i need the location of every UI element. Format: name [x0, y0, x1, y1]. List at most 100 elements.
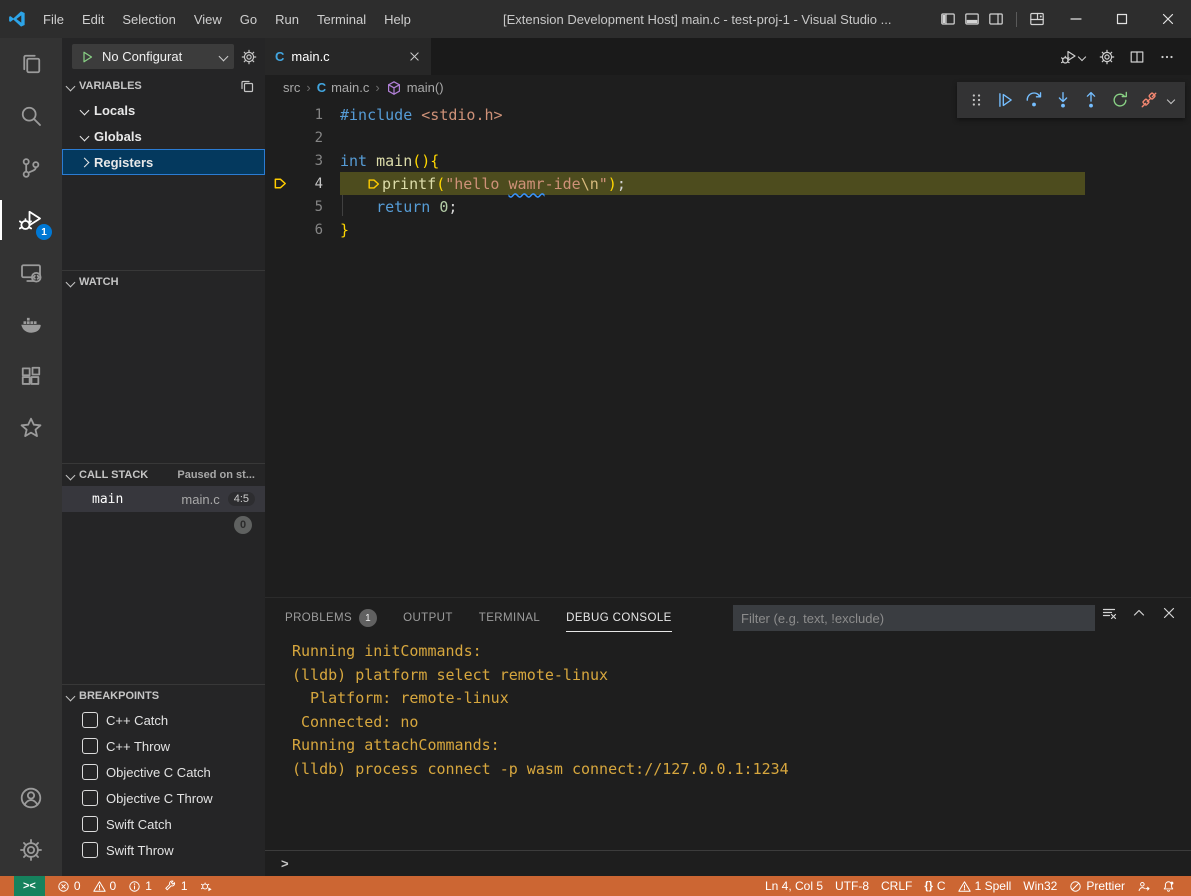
status-cursor-position[interactable]: Ln 4, Col 5 [759, 876, 829, 896]
status-tools-count[interactable]: 1 [158, 876, 194, 896]
restart-button[interactable] [1111, 91, 1129, 109]
activity-settings[interactable] [0, 824, 62, 876]
breakpoints-header[interactable]: BREAKPOINTS [62, 685, 265, 707]
gripper-button[interactable] [968, 91, 986, 109]
status-encoding[interactable]: UTF-8 [829, 876, 875, 896]
code-token: #include [340, 106, 412, 124]
gear-icon[interactable] [241, 49, 257, 65]
step-into-button[interactable] [1054, 91, 1072, 109]
code-token: " [599, 175, 608, 193]
status-prettier[interactable]: Prettier [1063, 876, 1131, 896]
layout-controls [940, 0, 1045, 38]
watch-title: WATCH [79, 276, 119, 288]
menu-help[interactable]: Help [375, 12, 420, 27]
activity-favorites[interactable] [0, 402, 62, 454]
watch-header[interactable]: WATCH [62, 271, 265, 293]
close-icon [1160, 11, 1176, 27]
more-actions-button[interactable] [1159, 49, 1175, 65]
inline-execution-pointer-icon [367, 177, 381, 191]
panel-tab-debug-console[interactable]: DEBUG CONSOLE [566, 605, 672, 632]
close-button[interactable] [1145, 0, 1191, 38]
close-icon[interactable] [408, 50, 421, 63]
debug-console-output: Running initCommands:(lldb) platform sel… [265, 640, 1191, 850]
activity-docker[interactable] [0, 298, 62, 350]
maximize-button[interactable] [1099, 0, 1145, 38]
status-infos[interactable]: 1 [122, 876, 158, 896]
console-filter-input[interactable] [733, 605, 1095, 631]
menu-go[interactable]: Go [231, 12, 266, 27]
status-errors[interactable]: 0 [51, 876, 87, 896]
braces-icon: {} [924, 880, 933, 892]
checkbox-icon[interactable] [82, 712, 98, 728]
menu-file[interactable]: File [34, 12, 73, 27]
status-eol[interactable]: CRLF [875, 876, 918, 896]
code-editor[interactable]: 1 #include <stdio.h> 2 3 int main(){ 4 p… [265, 100, 1191, 601]
checkbox-icon[interactable] [82, 790, 98, 806]
status-notifications[interactable] [1156, 876, 1181, 896]
panel-tab-problems[interactable]: PROBLEMS 1 [285, 605, 377, 631]
debug-config-dropdown[interactable]: No Configurat [72, 44, 234, 69]
breadcrumb-item[interactable]: Cmain.c [317, 80, 370, 95]
activity-search[interactable] [0, 90, 62, 142]
status-platform[interactable]: Win32 [1017, 876, 1063, 896]
close-panel-icon[interactable] [1161, 605, 1177, 621]
activity-run-and-debug[interactable]: 1 [0, 194, 62, 246]
panel-tab-terminal[interactable]: TERMINAL [479, 605, 540, 631]
frame-position-badge: 4:5 [228, 492, 255, 506]
step-out-button[interactable] [1082, 91, 1100, 109]
menu-run[interactable]: Run [266, 12, 308, 27]
maximize-panel-icon[interactable] [1131, 605, 1147, 621]
breakpoint-row[interactable]: Objective C Throw [62, 785, 265, 811]
remote-label: >< [23, 880, 36, 892]
split-editor-button[interactable] [1129, 49, 1145, 65]
menu-edit[interactable]: Edit [73, 12, 113, 27]
scope-registers[interactable]: Registers [62, 149, 265, 175]
start-debug-icon[interactable] [79, 49, 95, 65]
ban-icon [1069, 880, 1082, 893]
line-number: 1 [295, 107, 323, 123]
status-spell-warnings[interactable]: 1 Spell [952, 876, 1018, 896]
variables-header[interactable]: VARIABLES [62, 75, 265, 97]
breakpoint-row[interactable]: C++ Throw [62, 733, 265, 759]
collapse-all-icon[interactable] [239, 78, 255, 94]
activity-accounts[interactable] [0, 772, 62, 824]
minimize-icon [1068, 11, 1084, 27]
run-or-debug-button[interactable] [1061, 49, 1085, 65]
clear-console-icon[interactable] [1101, 605, 1117, 621]
step-over-button[interactable] [1025, 91, 1043, 109]
status-debug-status[interactable] [194, 876, 219, 896]
activity-source-control[interactable] [0, 142, 62, 194]
debug-console-input[interactable]: > [265, 850, 1191, 876]
minimize-button[interactable] [1053, 0, 1099, 38]
stack-frame-row[interactable]: main main.c 4:5 [62, 486, 265, 512]
scope-locals[interactable]: Locals [62, 97, 265, 123]
menu-terminal[interactable]: Terminal [308, 12, 375, 27]
checkbox-icon[interactable] [82, 816, 98, 832]
breadcrumb-item[interactable]: main() [386, 80, 444, 96]
checkbox-icon[interactable] [82, 842, 98, 858]
activity-explorer[interactable] [0, 38, 62, 90]
checkbox-icon[interactable] [82, 738, 98, 754]
chevron-down-icon[interactable] [1167, 96, 1175, 104]
breakpoint-row[interactable]: C++ Catch [62, 707, 265, 733]
tab-main-c[interactable]: C main.c [265, 38, 431, 75]
continue-button[interactable] [996, 91, 1014, 109]
activity-extensions[interactable] [0, 350, 62, 402]
status-language-mode[interactable]: {}C [918, 876, 951, 896]
menu-view[interactable]: View [185, 12, 231, 27]
disconnect-button[interactable] [1140, 91, 1158, 109]
activity-remote-explorer[interactable] [0, 246, 62, 298]
breakpoint-row[interactable]: Swift Throw [62, 837, 265, 863]
settings-editor-button[interactable] [1099, 49, 1115, 65]
breakpoint-row[interactable]: Swift Catch [62, 811, 265, 837]
scope-globals[interactable]: Globals [62, 123, 265, 149]
remote-indicator[interactable]: >< [14, 876, 45, 896]
panel-tab-output[interactable]: OUTPUT [403, 605, 453, 631]
status-feedback[interactable] [1131, 876, 1156, 896]
status-warnings[interactable]: 0 [87, 876, 123, 896]
call-stack-header[interactable]: CALL STACK Paused on st... [62, 464, 265, 486]
menu-selection[interactable]: Selection [113, 12, 184, 27]
checkbox-icon[interactable] [82, 764, 98, 780]
breadcrumb-item[interactable]: src [283, 80, 300, 95]
breakpoint-row[interactable]: Objective C Catch [62, 759, 265, 785]
